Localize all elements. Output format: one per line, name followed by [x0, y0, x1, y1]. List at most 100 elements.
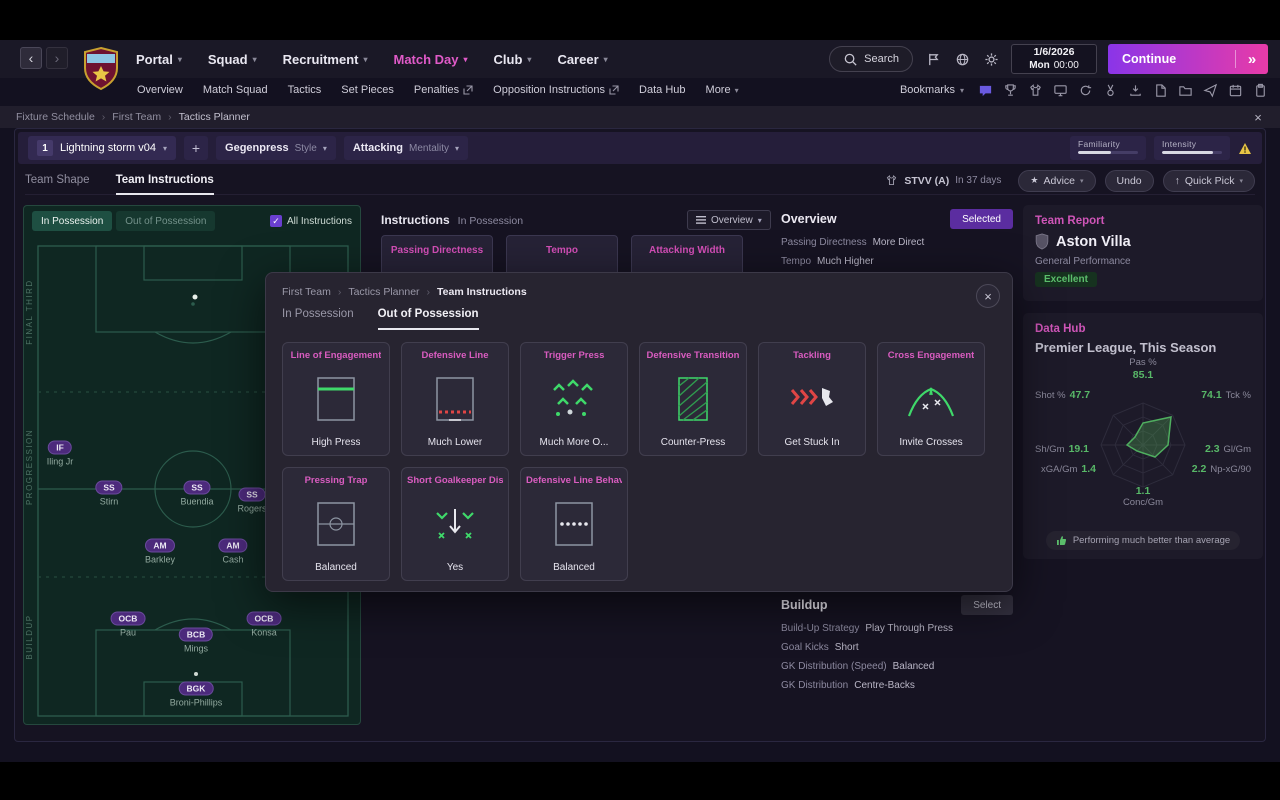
- subnav-data-hub[interactable]: Data Hub: [639, 84, 685, 96]
- card-defensive-transition[interactable]: Defensive Transition Counter-Press: [639, 342, 747, 456]
- subnav-more[interactable]: More▾: [706, 84, 739, 96]
- card-tackling[interactable]: Tackling Get Stuck In: [758, 342, 866, 456]
- player-node[interactable]: IFIling Jr: [47, 438, 74, 467]
- instruction-card-tempo[interactable]: Tempo: [506, 235, 618, 275]
- breadcrumb-item[interactable]: Tactics Planner: [348, 286, 419, 298]
- game-date-button[interactable]: 1/6/2026 Mon00:00: [1011, 44, 1097, 74]
- reports-button[interactable]: [1153, 83, 1168, 98]
- next-match-info[interactable]: STVV (A) In 37 days: [885, 174, 1001, 187]
- breadcrumb-item[interactable]: First Team: [112, 111, 161, 123]
- card-line-of-engagement[interactable]: Line of Engagement High Press: [282, 342, 390, 456]
- team-report-panel[interactable]: Team Report Aston Villa General Performa…: [1023, 205, 1263, 301]
- view-selector[interactable]: Overview ▾: [687, 210, 771, 230]
- card-title: Short Goalkeeper Distr: [407, 475, 503, 486]
- mentality-selector[interactable]: Attacking Mentality ▾: [344, 136, 468, 160]
- card-cross-engagement[interactable]: Cross Engagement Invite Crosses: [877, 342, 985, 456]
- player-node[interactable]: SSBuendia: [180, 478, 213, 507]
- chevron-down-icon: ▾: [604, 55, 608, 64]
- club-shield-icon: [1035, 233, 1049, 250]
- card-trigger-press[interactable]: Trigger Press Much More O...: [520, 342, 628, 456]
- menu-portal[interactable]: Portal▾: [136, 52, 182, 67]
- external-link-icon: [609, 85, 619, 95]
- player-node[interactable]: SSStirn: [95, 478, 122, 507]
- breadcrumb-item[interactable]: First Team: [282, 286, 331, 298]
- clipboard-icon: [1253, 83, 1268, 98]
- advice-button[interactable]: ★ Advice ▾: [1018, 170, 1095, 192]
- card-short-goalkeeper-distribution[interactable]: Short Goalkeeper Distr Yes: [401, 467, 509, 581]
- breadcrumb-item[interactable]: Tactics Planner: [179, 111, 250, 123]
- line-of-engagement-icon: [310, 376, 362, 422]
- menu-career[interactable]: Career▾: [557, 52, 607, 67]
- style-selector[interactable]: Gegenpress Style ▾: [216, 136, 336, 160]
- world-button[interactable]: [953, 50, 971, 68]
- selected-button[interactable]: Selected: [950, 209, 1013, 229]
- modal-tab-out-of-possession[interactable]: Out of Possession: [378, 308, 479, 330]
- back-button[interactable]: ‹: [20, 47, 42, 69]
- tab-team-shape[interactable]: Team Shape: [25, 167, 90, 195]
- quick-pick-label: Quick Pick: [1185, 175, 1235, 187]
- subnav-penalties[interactable]: Penalties: [414, 84, 473, 96]
- player-node[interactable]: SSRogers: [237, 485, 266, 514]
- squad-button[interactable]: [1028, 83, 1043, 98]
- flag-button[interactable]: [924, 50, 942, 68]
- player-node[interactable]: AMBarkley: [145, 536, 175, 565]
- undo-button[interactable]: Undo: [1105, 170, 1154, 192]
- inbox-button[interactable]: [978, 83, 993, 98]
- files-button[interactable]: [1178, 83, 1193, 98]
- close-page-button[interactable]: ×: [1250, 109, 1266, 125]
- subnav-overview[interactable]: Overview: [137, 84, 183, 96]
- forward-button[interactable]: ›: [46, 47, 68, 69]
- refresh-button[interactable]: [1078, 83, 1093, 98]
- modal-tab-in-possession[interactable]: In Possession: [282, 308, 354, 330]
- card-title: Tempo: [546, 245, 578, 256]
- bookmarks-menu[interactable]: Bookmarks▾: [900, 84, 964, 96]
- trophy-icon: [1003, 83, 1018, 98]
- out-of-possession-toggle[interactable]: Out of Possession: [116, 211, 215, 231]
- send-icon: [1203, 83, 1218, 98]
- stat-shot-pct: Shot %47.7: [1035, 389, 1090, 401]
- all-instructions-checkbox[interactable]: ✓ All Instructions: [270, 215, 352, 227]
- subnav-items: Overview Match Squad Tactics Set Pieces …: [137, 78, 739, 102]
- menu-club[interactable]: Club▾: [494, 52, 532, 67]
- notes-button[interactable]: [1253, 83, 1268, 98]
- subnav-label: Opposition Instructions: [493, 84, 605, 96]
- card-pressing-trap[interactable]: Pressing Trap Balanced: [282, 467, 390, 581]
- player-node[interactable]: BGKBroni-Phillips: [170, 679, 223, 708]
- competitions-button[interactable]: [1003, 83, 1018, 98]
- menu-match-day[interactable]: Match Day▾: [393, 52, 467, 67]
- tab-team-instructions[interactable]: Team Instructions: [116, 167, 214, 195]
- player-node[interactable]: AMCash: [218, 536, 247, 565]
- in-possession-toggle[interactable]: In Possession: [32, 211, 112, 231]
- breadcrumb-item[interactable]: Fixture Schedule: [16, 111, 95, 123]
- continue-button[interactable]: Continue »: [1108, 44, 1268, 74]
- subnav-set-pieces[interactable]: Set Pieces: [341, 84, 394, 96]
- player-node[interactable]: OCBPau: [111, 609, 146, 638]
- search-button[interactable]: Search: [829, 46, 913, 72]
- monitor-button[interactable]: [1053, 83, 1068, 98]
- menu-recruitment[interactable]: Recruitment▾: [283, 52, 368, 67]
- instruction-card-passing-directness[interactable]: Passing Directness: [381, 235, 493, 275]
- tactic-selector[interactable]: 1 Lightning storm v04 ▾: [28, 136, 176, 160]
- add-tactic-button[interactable]: +: [184, 136, 208, 160]
- club-badge[interactable]: [82, 46, 120, 92]
- calendar-button[interactable]: [1228, 83, 1243, 98]
- awards-button[interactable]: [1103, 83, 1118, 98]
- preferences-button[interactable]: [982, 50, 1000, 68]
- select-button[interactable]: Select: [961, 595, 1013, 615]
- card-defensive-line[interactable]: Defensive Line Much Lower: [401, 342, 509, 456]
- breadcrumb: Fixture Schedule › First Team › Tactics …: [0, 106, 1280, 128]
- player-node[interactable]: BCBMings: [179, 625, 213, 654]
- player-node[interactable]: OCBKonsa: [247, 609, 282, 638]
- modal-close-button[interactable]: ×: [976, 284, 1000, 308]
- quick-pick-button[interactable]: ↑ Quick Pick ▾: [1163, 170, 1255, 192]
- download-button[interactable]: [1128, 83, 1143, 98]
- external-link-icon: [463, 85, 473, 95]
- instruction-card-attacking-width[interactable]: Attacking Width: [631, 235, 743, 275]
- subnav-tactics[interactable]: Tactics: [288, 84, 322, 96]
- menu-squad[interactable]: Squad▾: [208, 52, 257, 67]
- share-button[interactable]: [1203, 83, 1218, 98]
- subnav-match-squad[interactable]: Match Squad: [203, 84, 268, 96]
- card-defensive-line-behaviour[interactable]: Defensive Line Behavio Balanced: [520, 467, 628, 581]
- data-hub-panel[interactable]: Data Hub Premier League, This Season Pas…: [1023, 313, 1263, 559]
- subnav-opposition-instructions[interactable]: Opposition Instructions: [493, 84, 619, 96]
